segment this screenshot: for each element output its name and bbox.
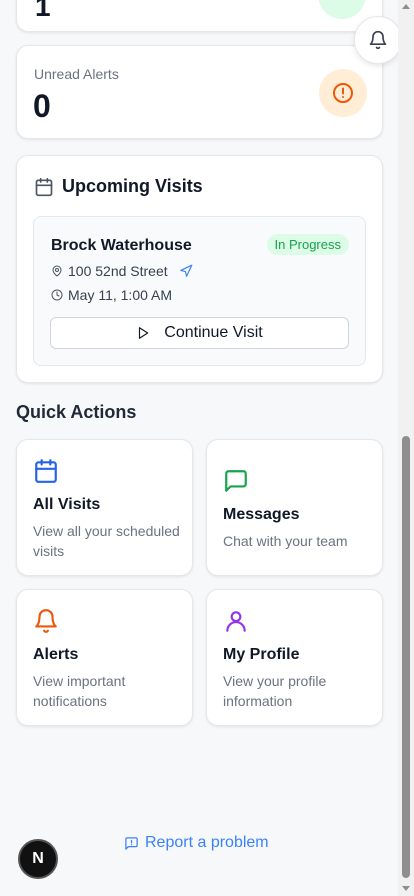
quick-action-messages[interactable]: Messages Chat with your team — [206, 439, 383, 576]
quick-action-title: Alerts — [33, 646, 79, 663]
quick-action-title: Messages — [223, 506, 300, 523]
quick-action-title: All Visits — [33, 496, 101, 513]
notifications-button[interactable] — [354, 16, 402, 64]
quick-action-title: My Profile — [223, 646, 300, 663]
scroll-down-arrow-icon[interactable] — [402, 886, 410, 891]
bell-icon — [35, 609, 57, 633]
calendar-icon — [35, 459, 57, 483]
quick-actions-title: Quick Actions — [16, 402, 137, 422]
continue-visit-label: Continue Visit — [164, 324, 263, 341]
navigation-icon[interactable] — [179, 264, 193, 278]
scroll-up-arrow-icon[interactable] — [402, 4, 410, 9]
quick-action-alerts[interactable]: Alerts View important notifications — [16, 589, 193, 726]
map-pin-icon — [52, 265, 62, 277]
upcoming-visits-title: Upcoming Visits — [62, 176, 203, 196]
user-icon — [226, 611, 246, 632]
scrollbar[interactable] — [398, 0, 414, 896]
calendar-icon — [35, 177, 53, 196]
status-badge: In Progress — [266, 234, 349, 255]
visit-address: 100 52nd Street — [68, 263, 168, 279]
play-icon — [139, 327, 149, 339]
stat-top-icon-circle — [318, 0, 366, 19]
upcoming-visits-card: Upcoming Visits Brock Waterhouse In Prog… — [16, 155, 383, 383]
clock-icon — [51, 289, 63, 301]
visit-item: Brock Waterhouse In Progress 100 52nd St… — [33, 216, 366, 366]
continue-visit-button[interactable]: Continue Visit — [50, 317, 349, 349]
dev-tools-badge[interactable]: N — [18, 839, 58, 879]
visit-time-row: May 11, 1:00 AM — [51, 287, 172, 303]
report-problem-label: Report a problem — [145, 834, 269, 851]
quick-action-desc: View your profile information — [223, 673, 327, 709]
message-square-warning-icon — [125, 836, 138, 850]
quick-action-my-profile[interactable]: My Profile View your profile information — [206, 589, 383, 726]
message-icon — [225, 470, 247, 492]
stat-top-value: 1 — [35, 0, 51, 22]
unread-alerts-value: 0 — [33, 88, 51, 124]
quick-action-desc: View all your scheduled visits — [33, 523, 180, 559]
visit-address-row: 100 52nd Street — [51, 263, 193, 279]
visit-datetime: May 11, 1:00 AM — [68, 287, 173, 303]
report-problem-link[interactable]: Report a problem — [124, 834, 269, 852]
quick-action-desc: Chat with your team — [223, 533, 348, 549]
quick-action-all-visits[interactable]: All Visits View all your scheduled visit… — [16, 439, 193, 576]
upcoming-visits-header: Upcoming Visits — [34, 176, 203, 197]
visit-client-name: Brock Waterhouse — [51, 237, 192, 254]
scroll-thumb[interactable] — [402, 436, 410, 878]
bell-icon — [369, 30, 387, 50]
stat-card-top: 1 — [16, 0, 383, 32]
unread-alerts-card: Unread Alerts 0 — [16, 45, 383, 139]
dashboard-screen: 1 Unread Alerts 0 Upcoming Visits Brock … — [0, 0, 414, 896]
unread-alerts-label: Unread Alerts — [34, 66, 119, 82]
alert-circle-icon — [319, 69, 367, 117]
quick-action-desc: View important notifications — [33, 673, 126, 709]
